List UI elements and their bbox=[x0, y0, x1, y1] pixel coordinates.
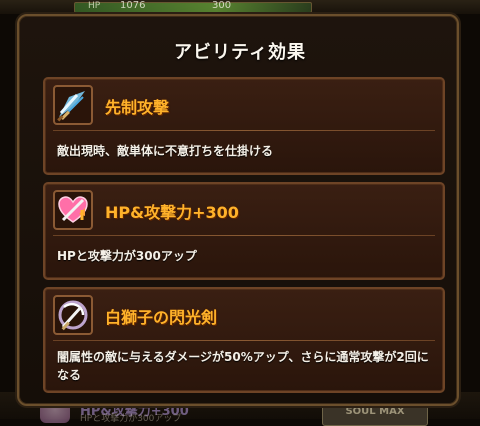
ability-description: HPと攻撃力が300アップ bbox=[57, 249, 197, 263]
background-hp-max: 300 bbox=[212, 0, 232, 11]
background-hp-label: HP bbox=[88, 1, 101, 11]
background-hp-bar bbox=[74, 2, 312, 13]
background-hp-value: 1076 bbox=[120, 0, 146, 11]
ability-card-header: 白獅子の閃光剣 bbox=[45, 289, 443, 341]
sword-slash-icon bbox=[53, 85, 93, 125]
flash-sword-icon bbox=[53, 295, 93, 335]
ability-name: 白獅子の閃光剣 bbox=[105, 308, 218, 327]
ability-effect-modal[interactable]: アビリティ効果 先制攻撃 敵出現時、敵単体に不意打ちを仕掛ける HP&攻撃力+3… bbox=[17, 14, 459, 406]
ability-card-hp-attack: HP&攻撃力+300 HPと攻撃力が300アップ bbox=[43, 182, 445, 280]
heart-sword-icon bbox=[53, 190, 93, 230]
ability-card-white-lion: 白獅子の閃光剣 闇属性の敵に与えるダメージが50%アップ、さらに通常攻撃が2回に… bbox=[43, 287, 445, 393]
ability-card-header: HP&攻撃力+300 bbox=[45, 184, 443, 236]
ability-card-first-strike: 先制攻撃 敵出現時、敵単体に不意打ちを仕掛ける bbox=[43, 77, 445, 175]
ability-description: 敵出現時、敵単体に不意打ちを仕掛ける bbox=[57, 144, 274, 158]
ability-name: HP&攻撃力+300 bbox=[105, 203, 239, 222]
modal-title: アビリティ効果 bbox=[174, 42, 306, 63]
ability-card-header: 先制攻撃 bbox=[45, 79, 443, 131]
ability-name: 先制攻撃 bbox=[105, 98, 170, 117]
ability-description: 闇属性の敵に与えるダメージが50%アップ、さらに通常攻撃が2回になる bbox=[57, 350, 429, 382]
background-skill-desc: HPと攻撃力が300アップ bbox=[80, 414, 182, 424]
